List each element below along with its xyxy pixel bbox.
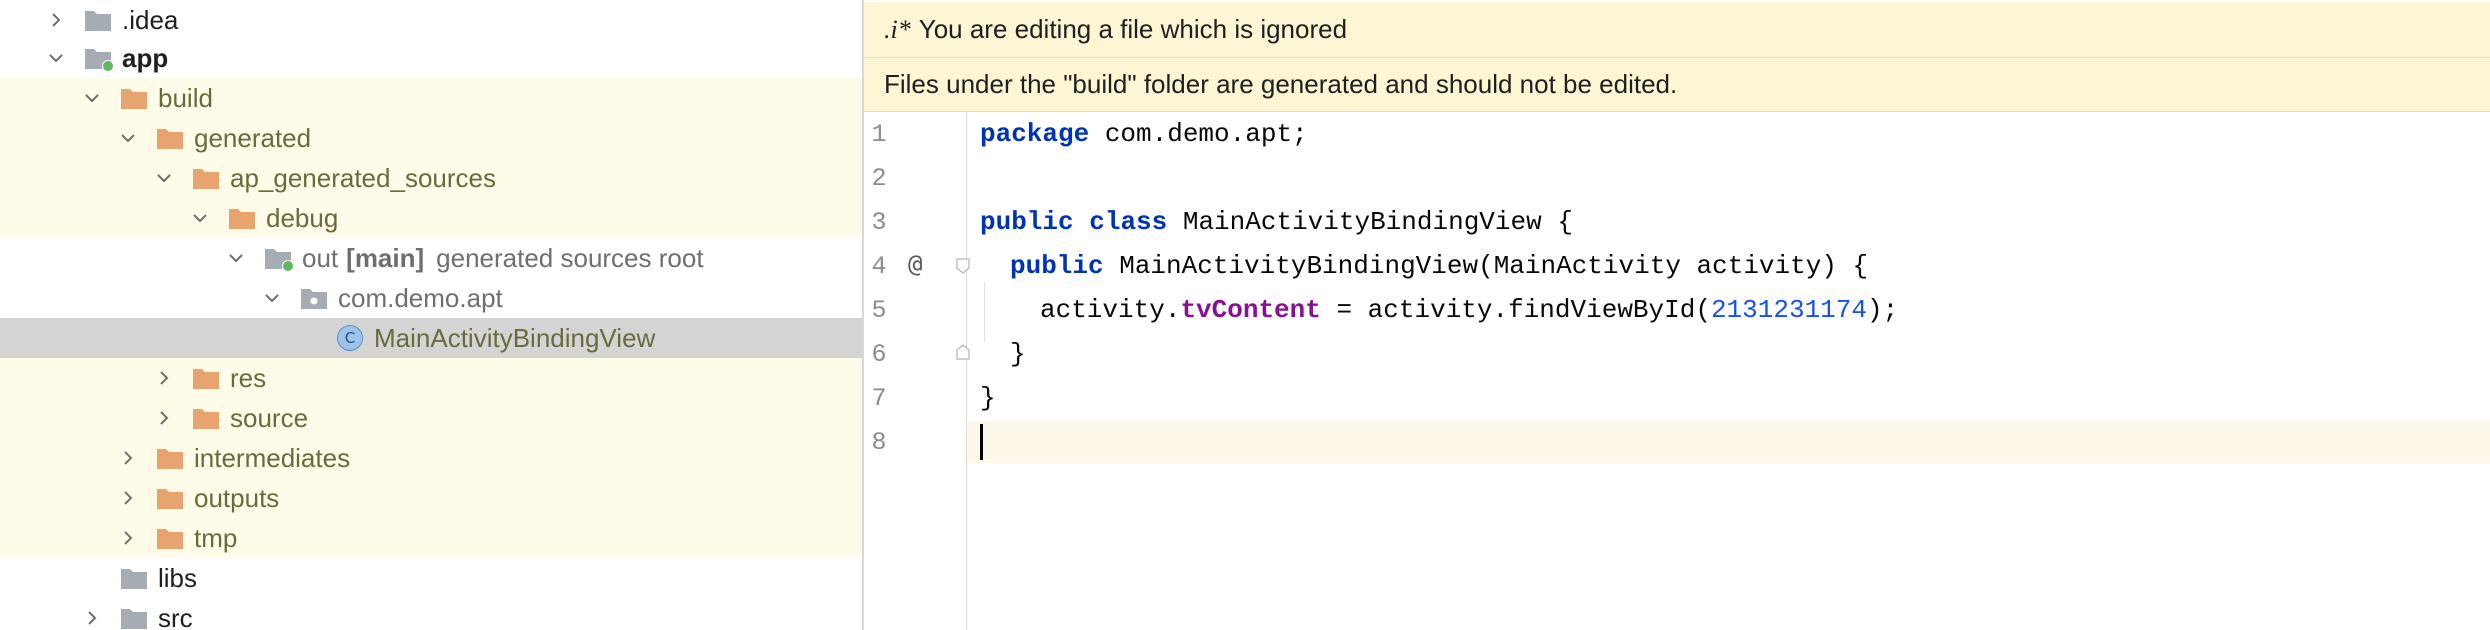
source-root-folder-icon: [264, 244, 294, 272]
line-number: 1: [871, 120, 887, 149]
tree-item-label: MainActivityBindingView: [374, 322, 656, 353]
package-icon: [300, 284, 328, 312]
tree-item-out[interactable]: out [main] generated sources root: [0, 238, 862, 278]
chevron-right-icon[interactable]: [116, 486, 140, 510]
line-number: 3: [871, 208, 887, 237]
chevron-down-icon[interactable]: [224, 246, 248, 270]
tree-item-label: generated: [194, 122, 312, 153]
tree-item-app[interactable]: app: [0, 38, 862, 78]
tree-item-debug[interactable]: debug: [0, 198, 862, 238]
tree-item-label: res: [230, 362, 267, 393]
chevron-down-icon[interactable]: [80, 86, 104, 110]
folder-icon: [120, 84, 148, 112]
tree-item-label: libs: [158, 562, 198, 593]
folder-icon: [192, 404, 220, 432]
code-line-3: public class MainActivityBindingView {: [980, 207, 1573, 237]
tree-item-src[interactable]: src: [0, 598, 862, 630]
generated-file-banner: Files under the "build" folder are gener…: [864, 58, 2490, 112]
tree-item-intermediates[interactable]: intermediates: [0, 438, 862, 478]
chevron-right-icon[interactable]: [44, 8, 68, 32]
folder-icon: [156, 484, 184, 512]
project-tree: .idea app build generated ap_generated_s…: [0, 0, 862, 630]
tree-item-label: src: [158, 602, 193, 630]
ignored-file-icon: .i*: [884, 14, 911, 44]
chevron-right-icon[interactable]: [152, 366, 176, 390]
folder-icon: [156, 444, 184, 472]
line-number: 4: [871, 252, 887, 281]
chevron-down-icon[interactable]: [152, 166, 176, 190]
indent-guide: [984, 282, 985, 342]
banner-text: Files under the "build" folder are gener…: [884, 69, 1678, 99]
tree-item-label: debug: [266, 202, 339, 233]
chevron-down-icon[interactable]: [44, 46, 68, 70]
tree-item-label: source: [230, 402, 309, 433]
source-set-tag: [main]: [346, 242, 425, 273]
folder-icon: [156, 124, 184, 152]
tree-item-outputs[interactable]: outputs: [0, 478, 862, 518]
chevron-down-icon[interactable]: [188, 206, 212, 230]
tree-item-label: outputs: [194, 482, 280, 513]
chevron-down-icon[interactable]: [116, 126, 140, 150]
tree-item-label: build: [158, 82, 213, 113]
line-number: 6: [871, 340, 887, 369]
chevron-down-icon[interactable]: [260, 286, 284, 310]
line-number: 8: [871, 428, 887, 457]
tree-item-label: tmp: [194, 522, 238, 553]
chevron-right-icon[interactable]: [152, 406, 176, 430]
fold-marker-icon[interactable]: [956, 258, 970, 274]
chevron-right-icon[interactable]: [80, 606, 104, 630]
tree-item-tmp[interactable]: tmp: [0, 518, 862, 558]
folder-icon: [156, 524, 184, 552]
folder-icon: [84, 6, 112, 34]
tree-item-source[interactable]: source: [0, 398, 862, 438]
annotation-processor-icon[interactable]: @: [908, 250, 922, 278]
folder-icon: [120, 564, 148, 592]
line-number: 5: [871, 296, 887, 325]
code-editor[interactable]: .i* You are editing a file which is igno…: [864, 0, 2490, 630]
ignored-file-banner: .i* You are editing a file which is igno…: [864, 2, 2490, 58]
tree-item-idea[interactable]: .idea: [0, 0, 862, 40]
code-line-6: }: [1010, 339, 1026, 369]
tree-item-generated[interactable]: generated: [0, 118, 862, 158]
folder-icon: [192, 364, 220, 392]
tree-item-package[interactable]: com.demo.apt: [0, 278, 862, 318]
code-line-4: public MainActivityBindingView(MainActiv…: [1010, 251, 1869, 281]
tree-item-label: out: [302, 242, 339, 273]
line-number: 7: [871, 384, 887, 413]
tree-item-label: com.demo.apt: [338, 282, 503, 313]
folder-icon: [228, 204, 256, 232]
tree-item-label: ap_generated_sources: [230, 162, 496, 193]
tree-item-build[interactable]: build: [0, 78, 862, 118]
source-root-note: generated sources root: [436, 242, 704, 273]
module-folder-icon: [84, 44, 114, 72]
banner-text: You are editing a file which is ignored: [918, 14, 1348, 44]
text-caret: [980, 424, 983, 460]
tree-item-main-activity-binding-view[interactable]: C MainActivityBindingView: [0, 318, 862, 358]
code-line-1: package com.demo.apt;: [980, 119, 1308, 149]
tree-item-label: intermediates: [194, 442, 351, 473]
current-line-highlight: [967, 421, 2490, 463]
tree-item-ap-generated-sources[interactable]: ap_generated_sources: [0, 158, 862, 198]
tree-item-label: app: [122, 42, 169, 73]
tree-item-res[interactable]: res: [0, 358, 862, 398]
chevron-right-icon[interactable]: [116, 526, 140, 550]
line-number: 2: [871, 164, 887, 193]
tree-item-libs[interactable]: libs: [0, 558, 862, 598]
class-icon: C: [336, 324, 364, 352]
folder-icon: [192, 164, 220, 192]
folder-icon: [120, 604, 148, 630]
code-line-7: }: [980, 383, 996, 413]
tree-item-label: .idea: [122, 4, 179, 35]
code-line-5: activity. tvContent = activity.findViewBy…: [1040, 295, 1899, 325]
chevron-right-icon[interactable]: [116, 446, 140, 470]
fold-end-marker-icon[interactable]: [956, 344, 970, 360]
